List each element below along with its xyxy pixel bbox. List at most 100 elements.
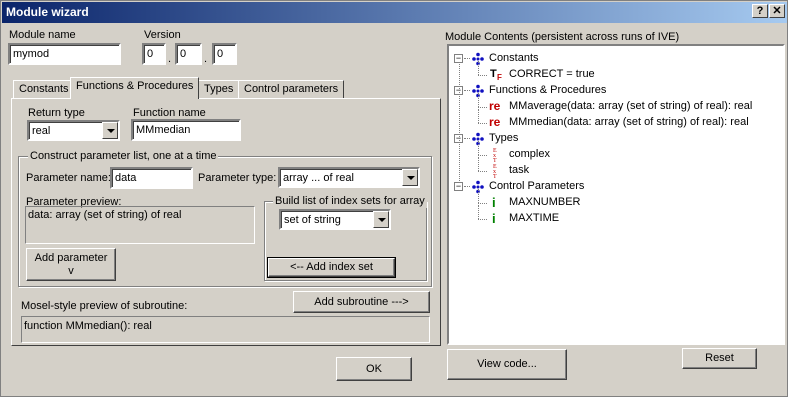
tab-label: Types (204, 83, 234, 95)
tree-connector (478, 107, 487, 108)
tree-category-label: Constants (489, 52, 539, 64)
integer-param-icon: i (489, 211, 503, 226)
tree-item-label: MAXTIME (509, 212, 560, 224)
integer-param-icon: i (489, 195, 503, 210)
add-subroutine-button[interactable]: Add subroutine ---> (293, 291, 430, 313)
index-set-value: set of string (284, 214, 341, 226)
add-index-set-button[interactable]: <-- Add index set (267, 257, 396, 278)
tree-connector (478, 219, 487, 220)
text-type-icon: ExT (489, 163, 503, 180)
tree-category[interactable]: − Control Parameters (449, 179, 779, 195)
parameter-name-input[interactable]: data (110, 167, 193, 189)
tree-item[interactable]: i MAXTIME (449, 205, 779, 227)
tab-types[interactable]: Types (198, 80, 240, 99)
module-name-label: Module name (9, 29, 76, 41)
mosel-preview-text: function MMmedian(): real (24, 320, 152, 332)
chevron-down-icon[interactable] (373, 211, 389, 228)
svg-text:i: i (492, 211, 496, 225)
tree-item-label: MMmedian(data: array (set of string) of … (509, 116, 749, 128)
tree-connector (464, 186, 470, 187)
text-type-icon: ExT (489, 147, 503, 164)
tf-boolean-icon: TF (489, 67, 503, 82)
tree-item[interactable]: Ex T task (449, 157, 779, 180)
reset-button[interactable]: Reset (682, 348, 757, 369)
real-function-icon: re (489, 99, 503, 113)
tab-constants[interactable]: Constants (13, 80, 75, 99)
tree-item[interactable]: T F CORRECT = true (449, 61, 779, 83)
window-title: Module wizard (6, 5, 89, 19)
svg-text:re: re (489, 115, 501, 129)
index-sets-group-title: Build list of index sets for array (273, 195, 427, 208)
version-label: Version (144, 29, 181, 41)
version-separator: . (204, 53, 208, 65)
help-button[interactable]: ? (752, 4, 768, 18)
collapse-icon[interactable]: − (454, 54, 463, 63)
tree-item[interactable]: i MAXNUMBER (449, 189, 779, 211)
return-type-select[interactable]: real (27, 120, 120, 141)
module-wizard-window: Module wizard ? ✕ Module name mymod Vers… (0, 0, 788, 397)
tree-connector (478, 189, 479, 203)
tree-connector (464, 90, 470, 91)
close-button[interactable]: ✕ (769, 4, 785, 18)
chevron-down-icon[interactable] (102, 122, 118, 139)
tree-connector (478, 61, 479, 75)
version-patch-input[interactable]: 0 (212, 43, 237, 65)
tree-connector (464, 58, 470, 59)
tree-connector (478, 203, 487, 204)
module-contents-title: Module Contents (persistent across runs … (445, 31, 680, 43)
return-type-value: real (32, 125, 51, 137)
tree-category[interactable]: − Types (449, 131, 779, 147)
mosel-preview-box: function MMmedian(): real (21, 316, 430, 343)
tree-item[interactable]: Ex T complex (449, 141, 779, 164)
tree-item[interactable]: re MMmedian(data: array (set of string) o… (449, 109, 779, 131)
return-type-label: Return type (28, 107, 85, 119)
tree-connector (478, 109, 479, 123)
tab-functions-procedures[interactable]: Functions & Procedures (70, 77, 200, 99)
parameter-type-label: Parameter type: (198, 172, 277, 184)
mosel-preview-label: Mosel-style preview of subroutine: (21, 300, 188, 312)
tree-item-label: MMaverage(data: array (set of string) of… (509, 100, 753, 112)
parameter-type-select[interactable]: array ... of real (278, 167, 420, 188)
add-parameter-label: Add parameter (34, 252, 108, 264)
tab-control-parameters[interactable]: Control parameters (238, 80, 345, 99)
tree-connector (478, 171, 487, 172)
parameter-type-value: array ... of real (283, 172, 354, 184)
arrow-down-icon: v (68, 265, 74, 277)
module-name-input[interactable]: mymod (8, 43, 121, 65)
tab-label: Functions & Procedures (76, 80, 194, 92)
index-set-select[interactable]: set of string (279, 209, 391, 230)
tree-connector (478, 93, 479, 107)
svg-text:re: re (489, 99, 501, 113)
help-icon: ? (756, 5, 764, 17)
view-code-button[interactable]: View code... (447, 349, 567, 380)
tree-connector (478, 75, 487, 76)
version-major-input[interactable]: 0 (142, 43, 166, 65)
title-bar: Module wizard (2, 2, 787, 23)
tree-category[interactable]: − Functions & Procedures (449, 83, 779, 99)
close-icon: ✕ (772, 5, 782, 17)
tab-label: Control parameters (244, 83, 339, 95)
tree-item[interactable]: re MMaverage(data: array (set of string) … (449, 93, 779, 115)
tree-connector (478, 141, 479, 155)
version-separator: . (168, 53, 172, 65)
tree-connector (464, 138, 470, 139)
function-name-input[interactable]: MMmedian (131, 119, 241, 141)
real-function-icon: re (489, 115, 503, 129)
add-parameter-button[interactable]: Add parameter v (26, 248, 116, 281)
ok-button[interactable]: OK (336, 357, 412, 381)
svg-text:i: i (492, 195, 496, 209)
parameter-preview-text: data: array (set of string) of real (28, 209, 182, 221)
tree-connector (478, 157, 479, 171)
collapse-icon[interactable]: − (454, 182, 463, 191)
svg-text:F: F (497, 73, 502, 81)
tree-connector (478, 155, 487, 156)
tree-connector (478, 205, 479, 219)
version-minor-input[interactable]: 0 (175, 43, 202, 65)
tree-item-label: CORRECT = true (509, 68, 595, 80)
tab-label: Constants (19, 83, 69, 95)
tree-connector (478, 123, 487, 124)
chevron-down-icon[interactable] (402, 169, 418, 186)
tree-connector (459, 64, 460, 183)
module-contents-tree[interactable]: − Constants T F CORRECT = true − Functions & P… (447, 44, 785, 345)
tree-category[interactable]: − Constants (449, 51, 779, 67)
